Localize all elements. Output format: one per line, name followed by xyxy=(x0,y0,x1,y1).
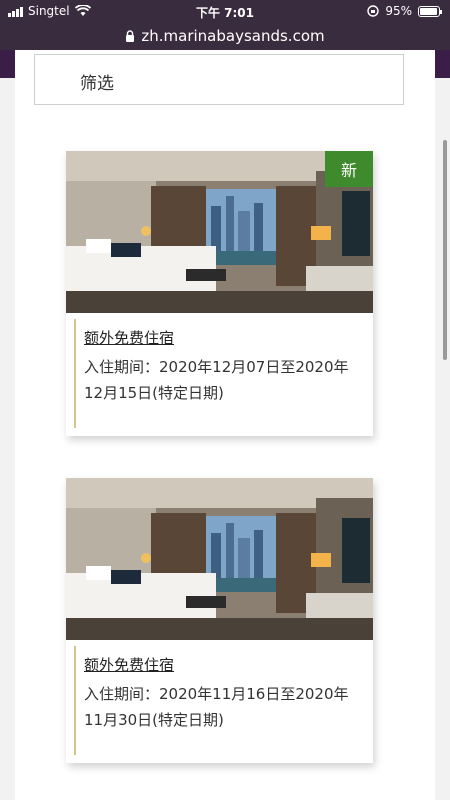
status-right: 95% xyxy=(367,4,442,18)
accent-bar xyxy=(74,319,76,428)
filter-button[interactable]: 筛选 xyxy=(34,54,404,105)
new-badge: 新 xyxy=(325,151,373,187)
accent-bar xyxy=(74,646,76,755)
hotel-room-image xyxy=(66,478,373,640)
offer-title-link[interactable]: 额外免费住宿 xyxy=(84,654,363,675)
offer-period: 入住期间：2020年12月07日至2020年12月15日(特定日期) xyxy=(84,358,349,402)
hotel-room-image: 新 xyxy=(66,151,373,313)
battery-icon xyxy=(418,5,442,17)
lock-icon xyxy=(126,29,135,42)
offer-title-link[interactable]: 额外免费住宿 xyxy=(84,327,363,348)
main-content: 筛选 新 额外免费住宿 入住期间：2020年12月07日至2020年12月15日… xyxy=(15,50,435,800)
scrollbar[interactable] xyxy=(443,140,447,360)
offer-details: 额外免费住宿 入住期间：2020年11月16日至2020年11月30日(特定日期… xyxy=(66,640,373,763)
offer-period: 入住期间：2020年11月16日至2020年11月30日(特定日期) xyxy=(84,685,349,729)
status-bar: Singtel 下午 7:01 95% xyxy=(0,0,450,22)
orientation-lock-icon xyxy=(367,5,380,17)
offer-card[interactable]: 额外免费住宿 入住期间：2020年11月16日至2020年11月30日(特定日期… xyxy=(66,478,373,763)
url-text: zh.marinabaysands.com xyxy=(141,27,325,45)
offer-card[interactable]: 新 额外免费住宿 入住期间：2020年12月07日至2020年12月15日(特定… xyxy=(66,151,373,436)
battery-percent: 95% xyxy=(385,4,412,18)
offer-details: 额外免费住宿 入住期间：2020年12月07日至2020年12月15日(特定日期… xyxy=(66,313,373,436)
filter-label: 筛选 xyxy=(80,74,114,94)
url-bar[interactable]: zh.marinabaysands.com xyxy=(0,22,450,50)
